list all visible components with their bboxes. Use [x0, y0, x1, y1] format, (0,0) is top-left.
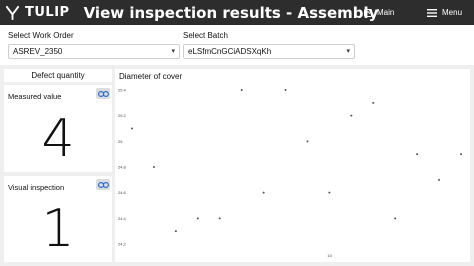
data-point	[240, 89, 243, 91]
data-point	[372, 101, 375, 104]
home-icon	[364, 8, 372, 17]
data-point	[196, 217, 199, 220]
measured-value-label: Measured value	[8, 92, 62, 101]
work-order-value: ASREV_2350	[13, 47, 63, 56]
top-bar: TULIP View inspection results - Assembly…	[0, 0, 474, 25]
y-tick-label: 25.4	[118, 88, 127, 93]
visual-inspection-label: Visual inspection	[8, 183, 65, 192]
measured-value-count: 4	[41, 109, 75, 169]
chevron-down-icon: ▾	[346, 48, 350, 55]
visual-inspection-count: 1	[41, 199, 75, 259]
main-button-label: Main	[377, 8, 395, 17]
visual-inspection-card: Visual inspection 1	[4, 176, 112, 262]
batch-group: Select Batch eLSfmCnGCiADSXqKh ▾	[183, 31, 355, 59]
data-point	[438, 178, 441, 181]
data-point	[416, 153, 419, 156]
x-tick-label: 10	[327, 253, 332, 258]
batch-label: Select Batch	[183, 31, 228, 40]
data-point	[328, 191, 331, 194]
tulip-logo: TULIP	[5, 5, 70, 20]
data-point	[394, 217, 397, 220]
hamburger-icon	[427, 8, 437, 17]
menu-button[interactable]: Menu	[427, 6, 462, 19]
data-point	[218, 217, 221, 220]
data-point	[174, 230, 177, 233]
y-tick-label: 24.2	[118, 242, 127, 247]
data-point	[350, 114, 353, 117]
data-point	[306, 140, 309, 143]
work-order-select[interactable]: ASREV_2350 ▾	[8, 44, 180, 59]
link-icon	[97, 90, 109, 97]
measured-link-button[interactable]	[96, 88, 110, 99]
data-point	[284, 89, 287, 91]
work-order-group: Select Work Order ASREV_2350 ▾	[8, 31, 180, 59]
y-tick-label: 24.4	[118, 216, 127, 221]
data-point	[152, 166, 155, 168]
data-point	[460, 153, 462, 156]
brand-name: TULIP	[25, 5, 70, 20]
batch-select[interactable]: eLSfmCnGCiADSXqKh ▾	[183, 44, 355, 59]
link-icon	[97, 181, 109, 188]
defect-quantity-header: Defect quantity	[4, 69, 112, 82]
visual-link-button[interactable]	[96, 179, 110, 190]
y-tick-label: 25	[118, 139, 123, 144]
batch-value: eLSfmCnGCiADSXqKh	[188, 47, 272, 56]
main-button[interactable]: Main	[364, 6, 394, 19]
diameter-chart-card: Diameter of cover 25.4 25.2 25 24.8 24.6 24.4…	[115, 69, 470, 262]
data-point	[131, 127, 133, 130]
y-tick-label: 25.2	[118, 113, 127, 118]
menu-button-label: Menu	[442, 8, 463, 17]
work-order-label: Select Work Order	[8, 31, 74, 40]
measured-value-card: Measured value 4	[4, 85, 112, 172]
data-point	[262, 191, 265, 194]
selector-bar: Select Work Order ASREV_2350 ▾ Select Ba…	[0, 25, 474, 65]
y-tick-label: 24.6	[118, 190, 127, 195]
page-title: View inspection results - Assembly	[83, 3, 379, 22]
tulip-logo-icon	[5, 5, 20, 20]
y-tick-label: 24.8	[118, 165, 127, 170]
diameter-scatter-chart: 25.4 25.2 25 24.8 24.6 24.4 24.2 10	[118, 88, 462, 258]
chevron-down-icon: ▾	[171, 48, 175, 55]
